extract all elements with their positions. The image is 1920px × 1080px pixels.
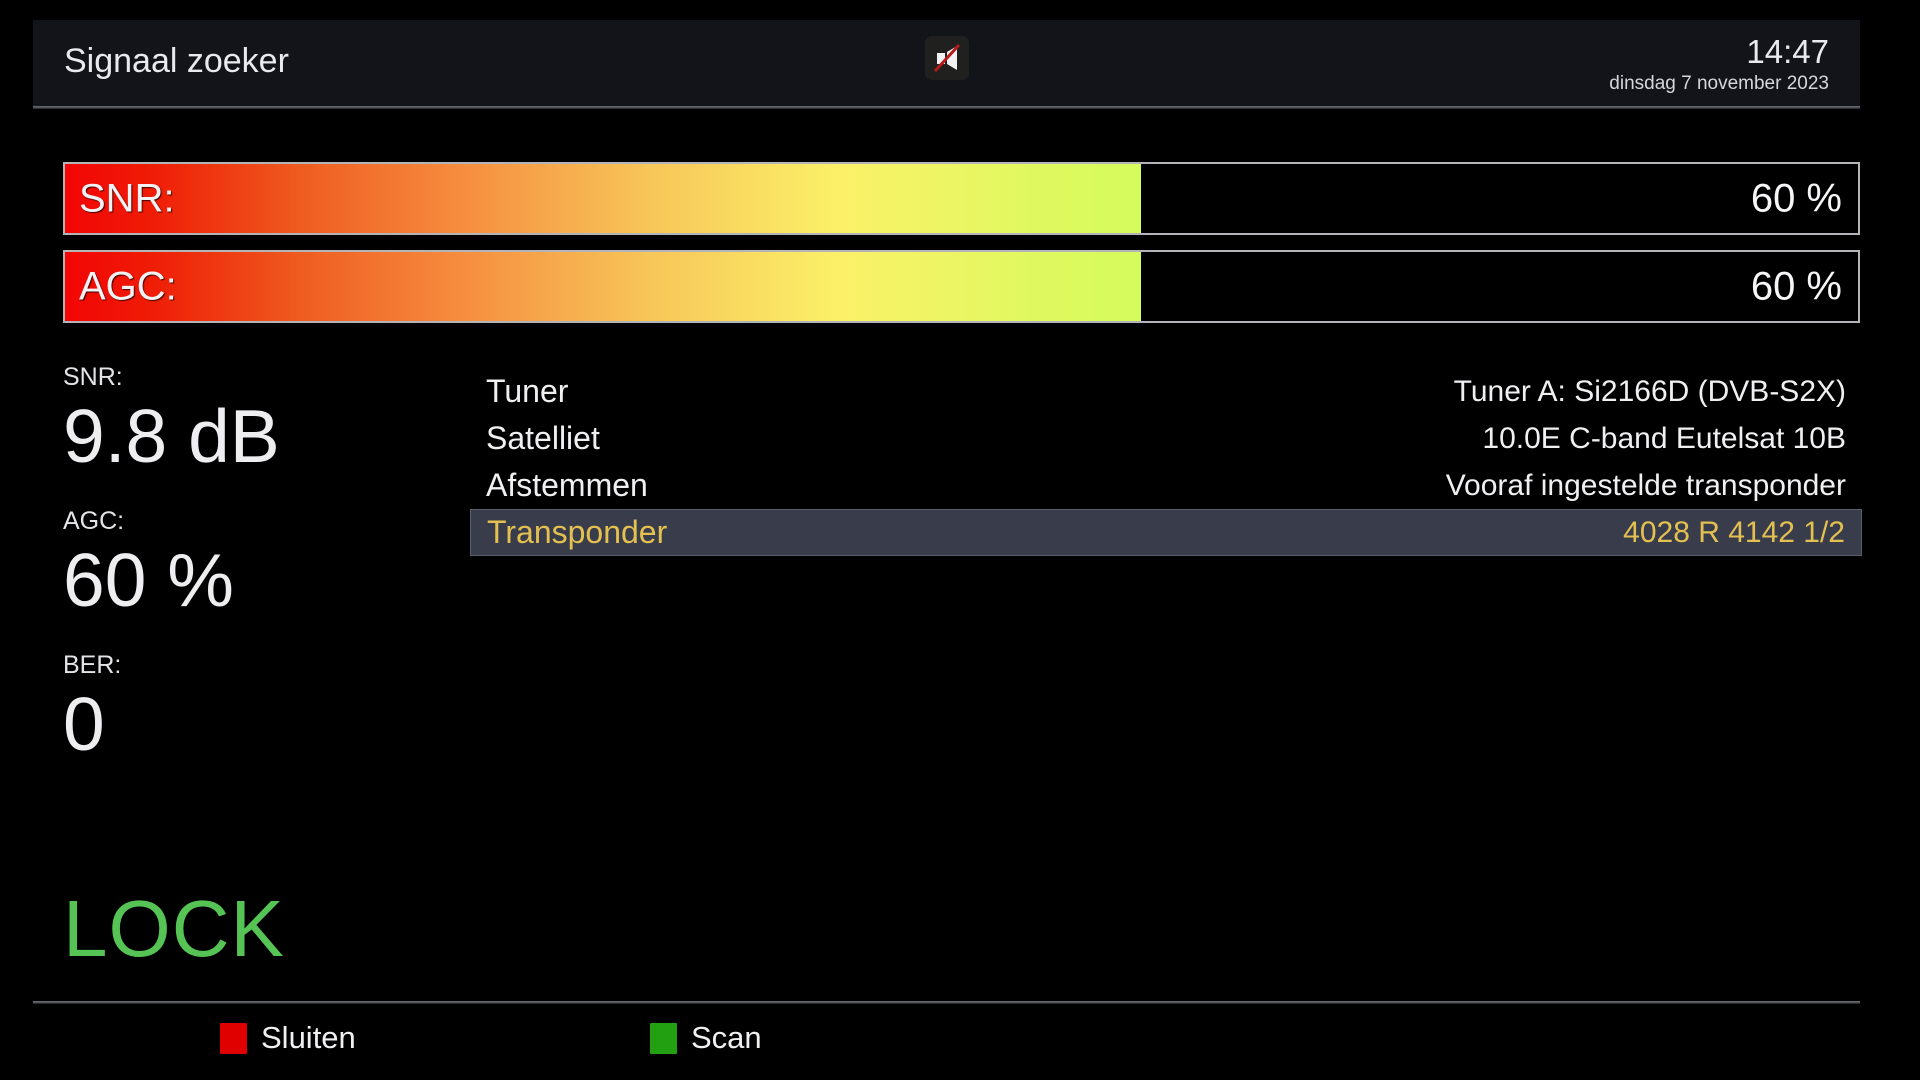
info-value: 4028 R 4142 1/2 bbox=[1623, 516, 1845, 550]
info-key: Afstemmen bbox=[486, 467, 648, 504]
stat-snr-value: 9.8 dB bbox=[63, 392, 443, 480]
agc-bar-value: 60 % bbox=[1751, 264, 1842, 309]
stat-ber-value: 0 bbox=[63, 680, 443, 768]
info-key: Satelliet bbox=[486, 420, 600, 457]
info-row-transponder[interactable]: Transponder 4028 R 4142 1/2 bbox=[470, 509, 1862, 556]
info-value: 10.0E C-band Eutelsat 10B bbox=[1482, 422, 1846, 456]
info-key: Tuner bbox=[486, 373, 568, 410]
agc-bar-label: AGC: bbox=[79, 264, 177, 309]
stat-ber-label: BER: bbox=[63, 650, 443, 680]
clock-date: dinsdag 7 november 2023 bbox=[1609, 72, 1829, 96]
close-button-label: Sluiten bbox=[261, 1020, 356, 1056]
mute-icon bbox=[925, 36, 969, 80]
red-key-icon bbox=[220, 1023, 247, 1054]
mute-icon-box bbox=[925, 36, 969, 80]
info-row-satelliet[interactable]: Satelliet 10.0E C-band Eutelsat 10B bbox=[470, 415, 1862, 462]
stat-agc-label: AGC: bbox=[63, 506, 443, 536]
clock-time: 14:47 bbox=[1609, 34, 1829, 70]
snr-bar-value: 60 % bbox=[1751, 176, 1842, 221]
info-row-afstemmen[interactable]: Afstemmen Vooraf ingestelde transponder bbox=[470, 462, 1862, 509]
info-value: Tuner A: Si2166D (DVB-S2X) bbox=[1454, 375, 1846, 409]
info-value: Vooraf ingestelde transponder bbox=[1446, 469, 1846, 503]
tuning-info-list: Tuner Tuner A: Si2166D (DVB-S2X) Satelli… bbox=[470, 368, 1862, 556]
info-key: Transponder bbox=[487, 514, 667, 551]
lock-status: LOCK bbox=[63, 885, 285, 973]
header-divider bbox=[33, 106, 1860, 109]
stat-agc-value: 60 % bbox=[63, 536, 443, 624]
agc-bar-fill bbox=[65, 252, 1141, 321]
footer-divider bbox=[33, 1001, 1860, 1004]
snr-bar-fill bbox=[65, 164, 1141, 233]
green-key-icon bbox=[650, 1023, 677, 1054]
stat-ber: BER: 0 bbox=[63, 650, 443, 768]
stat-agc: AGC: 60 % bbox=[63, 506, 443, 624]
scan-button[interactable]: Scan bbox=[650, 1018, 762, 1058]
snr-bar-label: SNR: bbox=[79, 176, 175, 221]
app-header: Signaal zoeker 14:47 dinsdag 7 november … bbox=[33, 20, 1860, 108]
stat-snr-label: SNR: bbox=[63, 362, 443, 392]
page-title: Signaal zoeker bbox=[64, 42, 289, 81]
stat-snr: SNR: 9.8 dB bbox=[63, 362, 443, 480]
close-button[interactable]: Sluiten bbox=[220, 1018, 356, 1058]
info-row-tuner[interactable]: Tuner Tuner A: Si2166D (DVB-S2X) bbox=[470, 368, 1862, 415]
agc-bar-row: AGC: 60 % bbox=[63, 250, 1860, 323]
footer-button-bar: Sluiten Scan bbox=[0, 1018, 1920, 1064]
scan-button-label: Scan bbox=[691, 1020, 762, 1056]
header-clock: 14:47 dinsdag 7 november 2023 bbox=[1609, 34, 1829, 96]
stats-column: SNR: 9.8 dB AGC: 60 % BER: 0 bbox=[63, 362, 443, 794]
snr-bar-row: SNR: 60 % bbox=[63, 162, 1860, 235]
signal-bars: SNR: 60 % AGC: 60 % bbox=[63, 162, 1860, 323]
